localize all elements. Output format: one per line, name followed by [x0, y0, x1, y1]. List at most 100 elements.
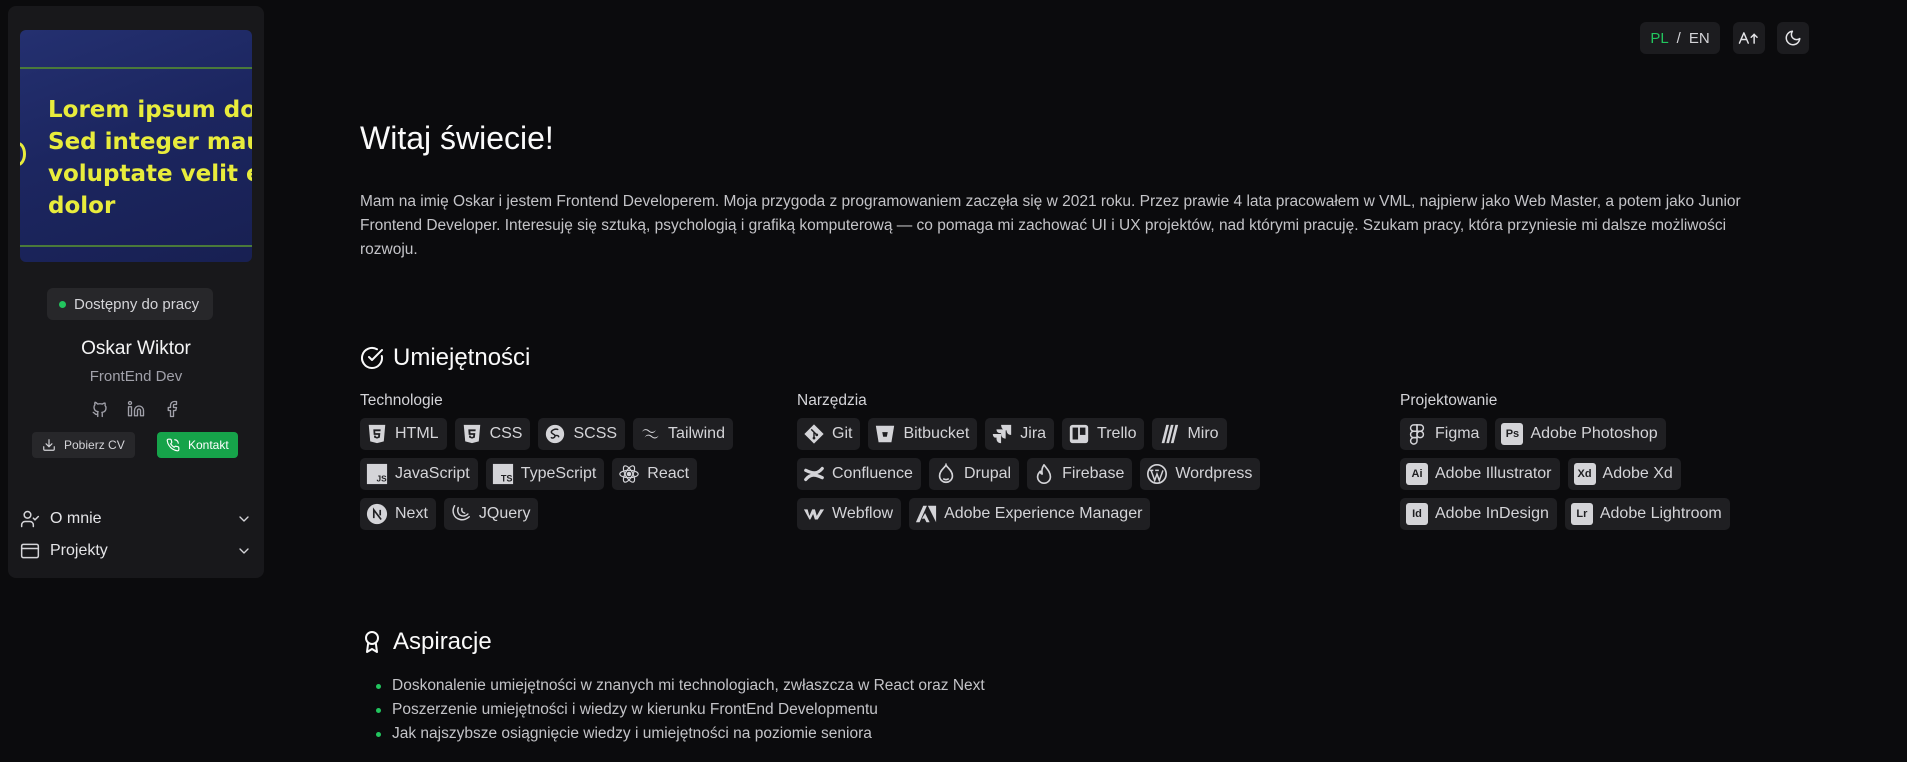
skill-chip: Next	[360, 498, 436, 530]
skill-chip: Lr Adobe Lightroom	[1564, 498, 1730, 530]
skill-chip: Adobe Experience Manager	[909, 498, 1151, 530]
phone-icon	[166, 438, 180, 452]
skill-label: Adobe Illustrator	[1435, 465, 1552, 482]
adobe-icon	[915, 503, 937, 525]
skill-chip: Git	[797, 418, 861, 450]
skill-label: Confluence	[832, 465, 913, 482]
lang-pl-option[interactable]: PL	[1650, 30, 1668, 47]
skill-label: Adobe Lightroom	[1599, 505, 1722, 522]
skill-label: Bitbucket	[903, 425, 970, 442]
sidebar-item-projects[interactable]: Projekty	[20, 538, 252, 564]
list-item: Poszerzenie umiejętności i wiedzy w kier…	[376, 698, 985, 722]
skill-chip: Bitbucket	[868, 418, 978, 450]
skill-chip: SCSS	[538, 418, 626, 450]
skill-label: Jira	[1020, 425, 1047, 442]
profile-name: Oskar Wiktor	[81, 338, 191, 359]
skill-label: Wordpress	[1175, 465, 1253, 482]
illustrator-icon: Ai	[1406, 463, 1428, 485]
linkedin-icon[interactable]	[127, 400, 145, 423]
sidebar-item-about[interactable]: O mnie	[20, 506, 252, 532]
design-label: Projektowanie	[1400, 392, 1498, 409]
skill-label: JavaScript	[395, 465, 470, 482]
skill-chip: JQuery	[443, 498, 539, 530]
miro-icon	[1158, 423, 1180, 445]
webflow-icon	[803, 503, 825, 525]
banner-line	[20, 67, 252, 69]
skill-chip: React	[612, 458, 698, 490]
skill-label: Miro	[1187, 425, 1219, 442]
firebase-icon	[1033, 463, 1055, 485]
skill-label: Figma	[1435, 425, 1480, 442]
skill-chip: Tailwind	[633, 418, 733, 450]
sidebar-item-label: Projekty	[50, 542, 108, 559]
user-check-icon	[20, 510, 40, 528]
banner-ring	[20, 142, 26, 166]
skill-label: Drupal	[963, 465, 1012, 482]
lightroom-icon: Lr	[1570, 503, 1593, 525]
download-cv-button[interactable]: Pobierz CV	[32, 432, 135, 458]
typescript-icon: TS	[492, 463, 514, 485]
page-title: Witaj świecie!	[360, 120, 554, 156]
browser-window-icon	[20, 543, 40, 559]
figma-icon	[1406, 423, 1428, 445]
github-icon[interactable]	[91, 400, 109, 423]
list-item: Doskonalenie umiejętności w znanych mi t…	[376, 674, 985, 698]
indesign-icon: Id	[1406, 503, 1428, 525]
svg-text:JS: JS	[377, 474, 388, 483]
skill-label: React	[647, 465, 690, 482]
html5-icon	[366, 423, 388, 445]
skill-chip: Trello	[1062, 418, 1145, 450]
language-switcher: PL / EN	[1640, 22, 1720, 54]
download-icon	[43, 439, 55, 451]
skill-label: HTML	[395, 425, 439, 442]
chevron-down-icon	[239, 548, 249, 554]
adobe-xd-icon: Xd	[1573, 463, 1596, 485]
intro-paragraph: Mam na imię Oskar i jestem Frontend Deve…	[360, 193, 1741, 258]
lang-separator: /	[1676, 29, 1681, 47]
skills-tools: Narzędzia Git Bitbucket Jira Trello Miro…	[797, 392, 1317, 530]
photoshop-icon: Ps	[1501, 423, 1524, 445]
bitbucket-icon	[874, 423, 896, 445]
css3-icon	[461, 423, 483, 445]
skill-chip: TS TypeScript	[485, 458, 605, 490]
contact-button[interactable]: Kontakt	[157, 432, 238, 458]
aspirations-heading: Aspiracje	[360, 628, 492, 656]
sass-icon	[544, 423, 566, 445]
nextjs-icon	[366, 503, 388, 525]
skills-technologies: Technologie HTML CSS SCSS Tailwind JS Ja…	[360, 392, 760, 530]
skills-heading: Umiejętności	[360, 344, 530, 372]
availability-label: Dostępny do pracy	[74, 295, 200, 313]
skill-chip: Drupal	[928, 458, 1020, 490]
jira-icon	[991, 423, 1013, 445]
skill-label: Webflow	[832, 505, 894, 522]
skill-label: Adobe Xd	[1602, 465, 1673, 482]
skill-label: Adobe Experience Manager	[944, 505, 1143, 522]
skill-label: Adobe Photoshop	[1530, 425, 1658, 442]
svg-text:TS: TS	[501, 473, 513, 483]
technologies-label: Technologie	[360, 392, 443, 409]
banner-text: Lorem ipsum dolor Sed integer mauris vol…	[48, 97, 252, 219]
tailwind-icon	[639, 423, 661, 445]
contact-label: Kontakt	[188, 438, 229, 452]
skill-label: CSS	[489, 425, 523, 442]
javascript-icon: JS	[366, 463, 388, 485]
sidebar-item-label: O mnie	[50, 510, 102, 527]
skill-chip: Figma	[1400, 418, 1488, 450]
facebook-icon[interactable]	[163, 400, 181, 423]
skill-label: JQuery	[478, 505, 531, 522]
skill-label: Trello	[1097, 425, 1137, 442]
tools-label: Narzędzia	[797, 392, 867, 409]
sidebar: Lorem ipsum dolor Sed integer mauris vol…	[8, 6, 264, 578]
skill-chip: Jira	[985, 418, 1055, 450]
skill-chip: Xd Adobe Xd	[1567, 458, 1681, 490]
theme-toggle-button[interactable]	[1777, 22, 1809, 54]
trello-icon	[1068, 423, 1090, 445]
drupal-icon	[935, 463, 957, 485]
lang-en-option[interactable]: EN	[1689, 30, 1710, 47]
git-icon	[803, 423, 825, 445]
profile-role: FrontEnd Dev	[89, 368, 183, 385]
font-size-button[interactable]	[1733, 22, 1765, 54]
skill-label: Adobe InDesign	[1435, 505, 1549, 522]
award-icon	[365, 631, 379, 653]
skill-chip: Ps Adobe Photoshop	[1495, 418, 1666, 450]
